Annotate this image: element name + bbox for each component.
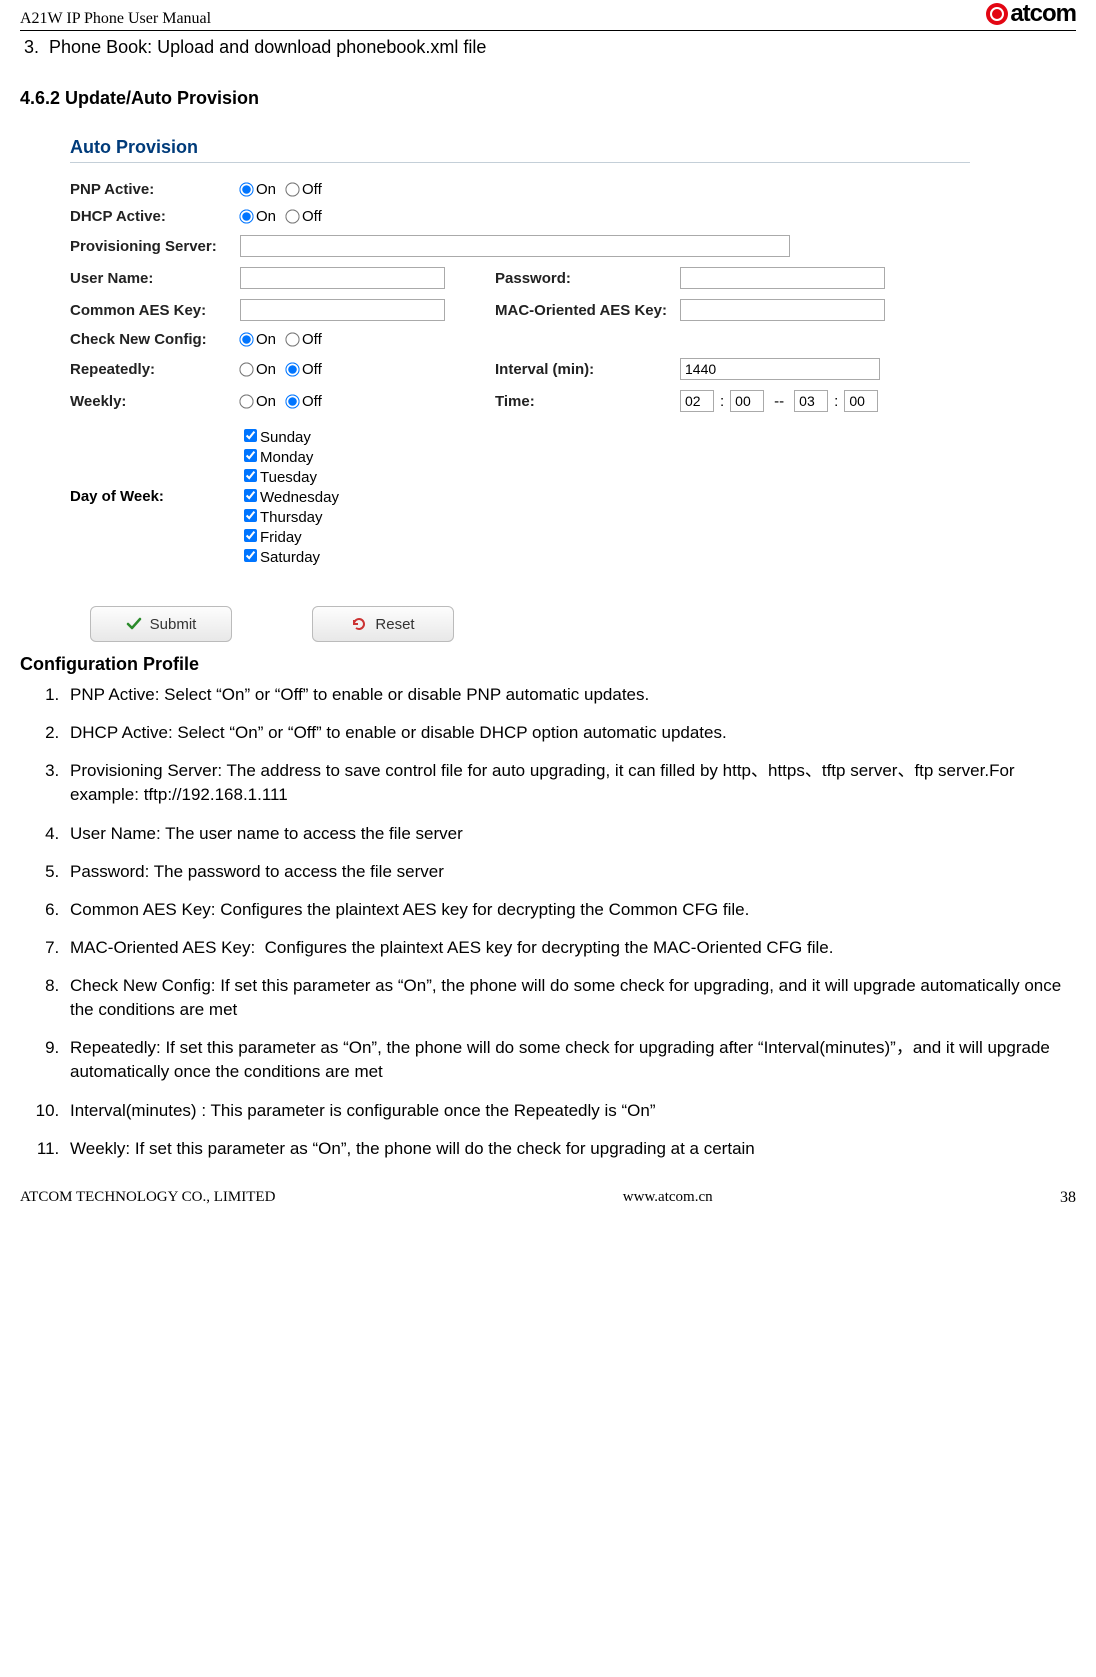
config-profile-heading: Configuration Profile (20, 654, 1076, 675)
page-number: 38 (1060, 1189, 1076, 1207)
footer-url: www.atcom.cn (623, 1189, 713, 1206)
dhcp-off-radio[interactable] (285, 209, 299, 223)
day-saturday-checkbox[interactable] (244, 549, 257, 562)
manual-title: A21W IP Phone User Manual (20, 10, 211, 28)
list-item: Check New Config: If set this parameter … (64, 974, 1076, 1022)
label-password: Password: (495, 270, 680, 287)
list-item: User Name: The user name to access the f… (64, 822, 1076, 846)
time-m1-input[interactable] (730, 390, 764, 412)
label-day-of-week: Day of Week: (70, 488, 240, 505)
day-thursday-checkbox[interactable] (244, 509, 257, 522)
logo-icon (986, 3, 1008, 25)
repeat-off-radio[interactable] (285, 362, 299, 376)
day-sunday-checkbox[interactable] (244, 429, 257, 442)
label-interval: Interval (min): (495, 361, 680, 378)
interval-input[interactable] (680, 358, 880, 380)
day-friday-checkbox[interactable] (244, 529, 257, 542)
label-common-aes: Common AES Key: (70, 302, 240, 319)
footer-company: ATCOM TECHNOLOGY CO., LIMITED (20, 1189, 275, 1206)
config-list: PNP Active: Select “On” or “Off” to enab… (20, 683, 1076, 1161)
list-item: Common AES Key: Configures the plaintext… (64, 898, 1076, 922)
check-off-radio[interactable] (285, 332, 299, 346)
page-header: A21W IP Phone User Manual atcom (20, 0, 1076, 31)
time-m2-input[interactable] (844, 390, 878, 412)
label-user-name: User Name: (70, 270, 240, 287)
day-wednesday-checkbox[interactable] (244, 489, 257, 502)
list-item: Interval(minutes) : This parameter is co… (64, 1099, 1076, 1123)
reset-button[interactable]: Reset (312, 606, 454, 642)
weekly-off-radio[interactable] (285, 394, 299, 408)
user-name-input[interactable] (240, 267, 445, 289)
label-pnp-active: PNP Active: (70, 181, 240, 198)
label-check-new: Check New Config: (70, 331, 240, 348)
label-mac-aes: MAC-Oriented AES Key: (495, 302, 680, 319)
reset-icon (351, 616, 367, 632)
brand-logo: atcom (986, 0, 1076, 28)
label-dhcp-active: DHCP Active: (70, 208, 240, 225)
auto-provision-panel: Auto Provision PNP Active: On Off DHCP A… (70, 137, 1020, 642)
weekly-on-radio[interactable] (239, 394, 253, 408)
numbered-item-3: 3. Phone Book: Upload and download phone… (24, 37, 1076, 58)
time-h1-input[interactable] (680, 390, 714, 412)
repeat-on-radio[interactable] (239, 362, 253, 376)
label-time: Time: (495, 393, 680, 410)
list-item: MAC-Oriented AES Key: Configures the pla… (64, 936, 1076, 960)
time-h2-input[interactable] (794, 390, 828, 412)
pnp-on-radio[interactable] (239, 182, 253, 196)
label-prov-server: Provisioning Server: (70, 238, 240, 255)
dhcp-on-radio[interactable] (239, 209, 253, 223)
common-aes-input[interactable] (240, 299, 445, 321)
page-footer: ATCOM TECHNOLOGY CO., LIMITED www.atcom.… (20, 1189, 1076, 1207)
password-input[interactable] (680, 267, 885, 289)
list-item: Provisioning Server: The address to save… (64, 759, 1076, 807)
day-monday-checkbox[interactable] (244, 449, 257, 462)
label-repeatedly: Repeatedly: (70, 361, 240, 378)
day-tuesday-checkbox[interactable] (244, 469, 257, 482)
list-item: Weekly: If set this parameter as “On”, t… (64, 1137, 1076, 1161)
prov-server-input[interactable] (240, 235, 790, 257)
label-weekly: Weekly: (70, 393, 240, 410)
mac-aes-input[interactable] (680, 299, 885, 321)
pnp-off-radio[interactable] (285, 182, 299, 196)
check-on-radio[interactable] (239, 332, 253, 346)
list-item: Repeatedly: If set this parameter as “On… (64, 1036, 1076, 1084)
list-item: DHCP Active: Select “On” or “Off” to ena… (64, 721, 1076, 745)
submit-button[interactable]: Submit (90, 606, 232, 642)
section-heading: 4.6.2 Update/Auto Provision (20, 88, 1076, 109)
logo-text: atcom (1010, 0, 1076, 28)
check-icon (126, 616, 142, 632)
list-item: Password: The password to access the fil… (64, 860, 1076, 884)
panel-title: Auto Provision (70, 137, 970, 163)
list-item: PNP Active: Select “On” or “Off” to enab… (64, 683, 1076, 707)
